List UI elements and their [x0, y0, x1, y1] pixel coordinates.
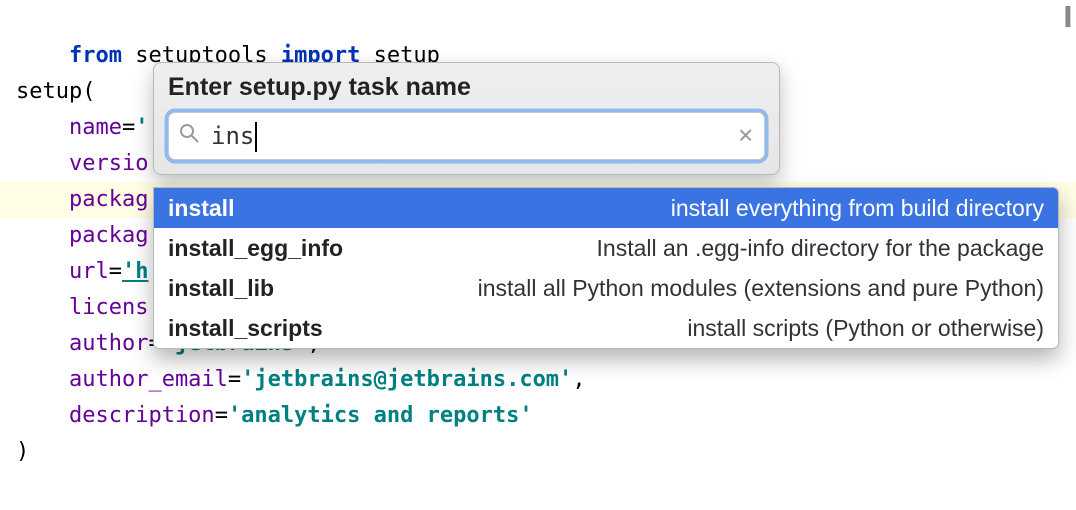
suggestion-desc: install all Python modules (extensions a…	[478, 275, 1044, 302]
suggestion-name: install	[168, 195, 234, 222]
code-line: author_email='jetbrains@jetbrains.com',	[0, 362, 1076, 398]
pause-icon: ||	[1064, 2, 1068, 28]
search-field-wrap[interactable]: ✕	[168, 112, 765, 160]
clear-icon[interactable]: ✕	[737, 124, 754, 149]
suggestion-name: install_scripts	[168, 315, 323, 342]
task-popup: Enter setup.py task name ✕	[153, 62, 780, 175]
code-line: )	[0, 434, 1076, 470]
suggestion-item[interactable]: install_egg_info Install an .egg-info di…	[154, 228, 1058, 268]
suggestion-item[interactable]: install_lib install all Python modules (…	[154, 268, 1058, 308]
suggestion-item[interactable]: install install everything from build di…	[154, 188, 1058, 228]
suggestion-item[interactable]: install_scripts install scripts (Python …	[154, 308, 1058, 348]
code-line: from setuptools import setup	[0, 2, 1076, 38]
search-icon	[179, 123, 199, 149]
suggestion-name: install_lib	[168, 275, 274, 302]
suggestion-desc: install scripts (Python or otherwise)	[687, 315, 1044, 342]
text-caret	[255, 122, 257, 152]
suggestion-desc: install everything from build directory	[671, 195, 1044, 222]
suggestion-name: install_egg_info	[168, 235, 343, 262]
suggestion-list: install install everything from build di…	[153, 187, 1059, 349]
popup-title: Enter setup.py task name	[168, 73, 765, 102]
search-input[interactable]	[209, 121, 724, 151]
suggestion-desc: Install an .egg-info directory for the p…	[597, 235, 1044, 262]
code-line: description='analytics and reports'	[0, 398, 1076, 434]
